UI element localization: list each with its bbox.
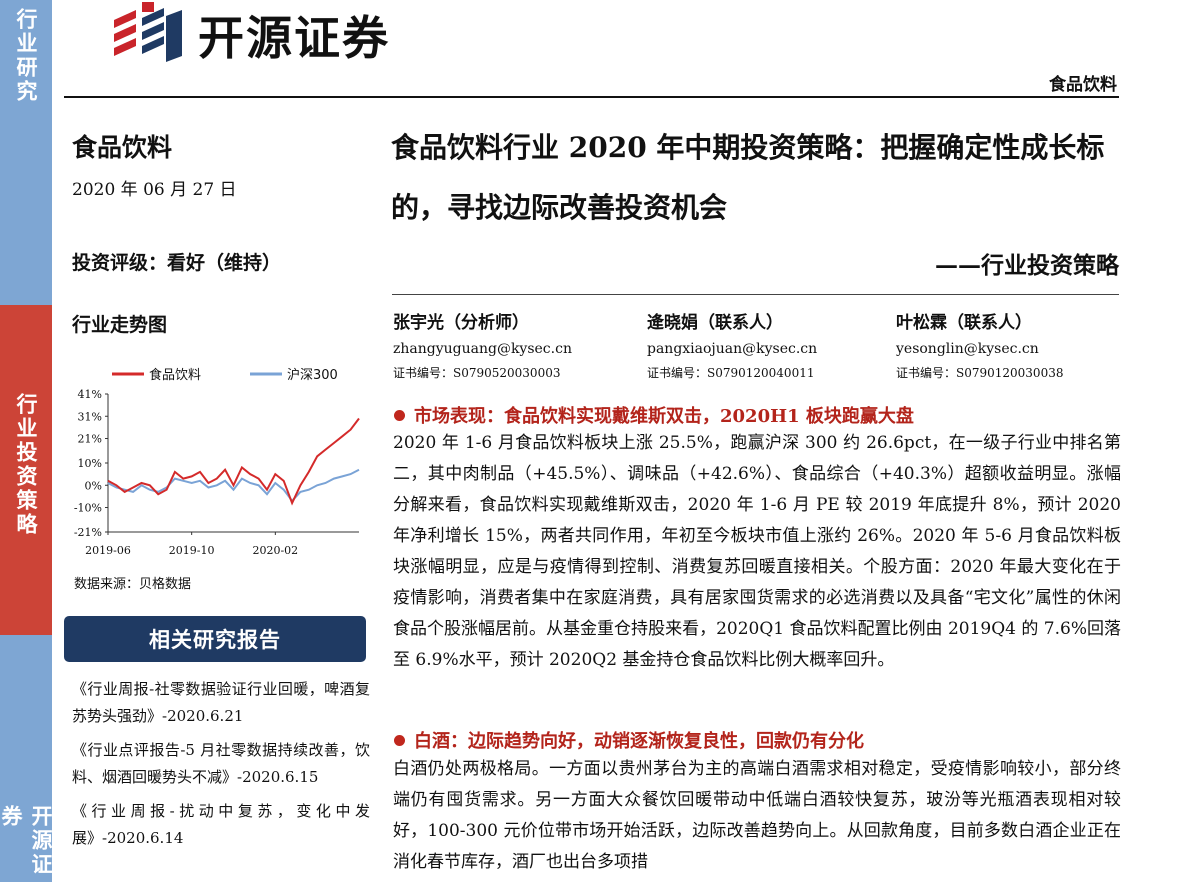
sidebar-top-label: 行业研究: [14, 8, 38, 104]
report-title: 食品饮料行业 2020 年中期投资策略：把握确定性成长标的，寻找边际改善投资机会: [391, 131, 1105, 224]
y-tick-label: 41%: [78, 388, 102, 401]
sidebar-top-band: 行业研究: [0, 0, 52, 305]
analyst-name: 逄晓娟（联系人）: [647, 313, 783, 333]
legend-label: 食品饮料: [149, 367, 201, 383]
y-tick-label: 0%: [85, 479, 102, 492]
report-date: 2020 年 06 月 27 日: [72, 180, 237, 200]
related-reports-list: 《行业周报-社零数据验证行业回暖，啤酒复苏势头强劲》-2020.6.21 《行业…: [72, 676, 370, 859]
sidebar: 行业研究 行业投资策略 开源证券: [0, 0, 53, 882]
x-tick-label: 2020-02: [252, 544, 298, 557]
report-subtitle: ——行业投资策略: [935, 252, 1119, 279]
header-rule: [64, 96, 1119, 98]
related-report-item[interactable]: 《行业周报-扰动中复苏，变化中发展》-2020.6.14: [72, 798, 370, 852]
section-heading-text: 市场表现：食品饮料实现戴维斯双击，2020H1 板块跑赢大盘: [414, 406, 914, 427]
section-body: 白酒仍处两极格局。一方面以贵州茅台为主的高端白酒需求相对稳定，受疫情影响较小，部…: [393, 759, 1121, 872]
y-tick-label: 10%: [78, 457, 102, 470]
data-source: 数据来源：贝格数据: [74, 577, 192, 592]
analyst-email[interactable]: zhangyuguang@kysec.cn: [393, 336, 572, 362]
investment-rating: 投资评级：看好（维持）: [72, 252, 282, 274]
related-report-item[interactable]: 《行业点评报告-5 月社零数据持续改善，饮料、烟酒回暖势头不减》-2020.6.…: [72, 737, 370, 791]
logo: 开源证券: [106, 0, 456, 66]
bullet-icon: [394, 410, 405, 421]
analyst-name: 叶松霖（联系人）: [896, 313, 1032, 333]
industry-trend-chart: 41% 31% 21% 10% 0% -10% -21% 2019-06 2019-10 2020…: [74, 367, 360, 557]
analyst-block: 叶松霖（联系人） yesonglin@kysec.cn 证书编号：S079012…: [896, 310, 1063, 384]
analyst-cert: 证书编号：S0790520030003: [393, 366, 561, 380]
section-heading: 白酒：边际趋势向好，动销逐渐恢复良性，回款仍有分化: [394, 727, 864, 753]
related-reports-header: 相关研究报告: [64, 616, 366, 662]
x-tick-label: 2019-10: [169, 544, 215, 557]
analyst-cert: 证书编号：S0790120040011: [647, 366, 815, 380]
industry-title: 食品饮料: [72, 133, 173, 162]
section-heading-text: 白酒：边际趋势向好，动销逐渐恢复良性，回款仍有分化: [414, 731, 864, 752]
logo-mark-icon: [114, 2, 182, 62]
x-tick-label: 2019-06: [85, 544, 131, 557]
analyst-cert: 证书编号：S0790120030038: [896, 366, 1064, 380]
section-heading: 市场表现：食品饮料实现戴维斯双击，2020H1 板块跑赢大盘: [394, 402, 914, 428]
analyst-email[interactable]: pangxiaojuan@kysec.cn: [647, 336, 817, 362]
logo-wordmark: 开源证券: [198, 11, 390, 65]
legend-label: 沪深300: [287, 367, 338, 383]
y-tick-label: -10%: [74, 502, 102, 515]
sidebar-middle-label: 行业投资策略: [14, 393, 38, 537]
bullet-icon: [394, 735, 405, 746]
y-tick-label: 31%: [78, 410, 102, 423]
sidebar-bottom-band: 开源证券: [0, 635, 53, 882]
y-tick-label: -21%: [74, 526, 102, 539]
analyst-name: 张宇光（分析师）: [393, 313, 529, 333]
related-report-item[interactable]: 《行业周报-社零数据验证行业回暖，啤酒复苏势头强劲》-2020.6.21: [72, 676, 370, 730]
sidebar-bottom-label: 开源证券: [0, 805, 53, 877]
analyst-email[interactable]: yesonglin@kysec.cn: [896, 336, 1063, 362]
section-body: 2020 年 1-6 月食品饮料板块上涨 25.5%，跑赢沪深 300 约 26…: [393, 433, 1121, 670]
y-tick-label: 21%: [78, 433, 102, 446]
trend-chart-title: 行业走势图: [72, 314, 168, 336]
sidebar-middle-band: 行业投资策略: [0, 305, 52, 635]
title-divider: [392, 294, 1119, 295]
analyst-block: 张宇光（分析师） zhangyuguang@kysec.cn 证书编号：S079…: [393, 310, 572, 384]
analyst-block: 逄晓娟（联系人） pangxiaojuan@kysec.cn 证书编号：S079…: [647, 310, 817, 384]
header-category: 食品饮料: [1049, 75, 1117, 95]
